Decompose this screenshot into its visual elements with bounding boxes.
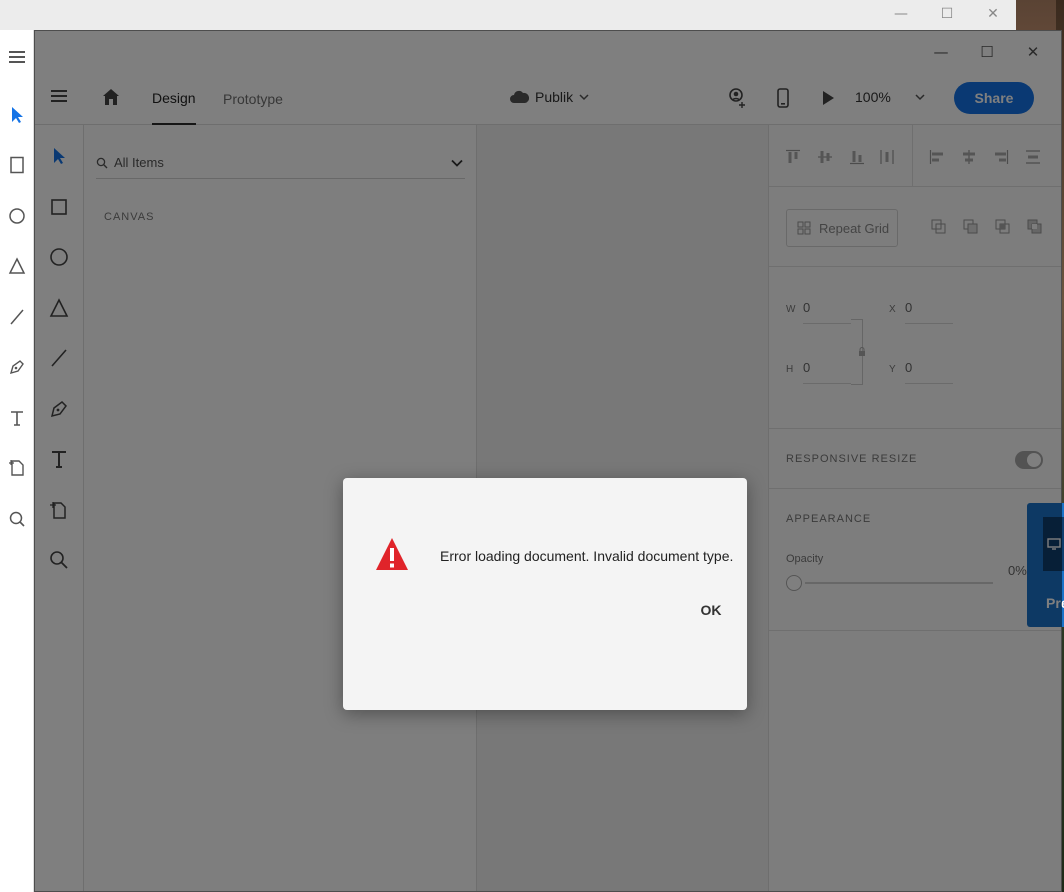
background-ellipse-icon[interactable]	[6, 205, 28, 227]
background-artboard-icon[interactable]	[6, 457, 28, 479]
background-menu-icon[interactable]	[6, 46, 28, 68]
background-triangle-icon[interactable]	[6, 255, 28, 277]
background-close-icon[interactable]: ✕	[970, 3, 1016, 25]
background-zoom-icon[interactable]	[6, 508, 28, 530]
ok-button[interactable]: OK	[693, 598, 729, 622]
background-window-toolbar	[0, 30, 34, 892]
background-minimize-icon[interactable]: —	[878, 3, 924, 25]
background-select-icon[interactable]	[6, 104, 28, 126]
warning-icon	[374, 534, 410, 576]
background-text-icon[interactable]	[6, 407, 28, 429]
error-message: Error loading document. Invalid document…	[440, 548, 734, 564]
background-window-titlebar: — ☐ ✕	[0, 0, 1016, 30]
background-rectangle-icon[interactable]	[6, 154, 28, 176]
background-pen-icon[interactable]	[6, 356, 28, 378]
background-line-icon[interactable]	[6, 306, 28, 328]
error-dialog: Error loading document. Invalid document…	[343, 478, 747, 710]
modal-overlay	[34, 30, 1062, 892]
background-maximize-icon[interactable]: ☐	[924, 3, 970, 25]
